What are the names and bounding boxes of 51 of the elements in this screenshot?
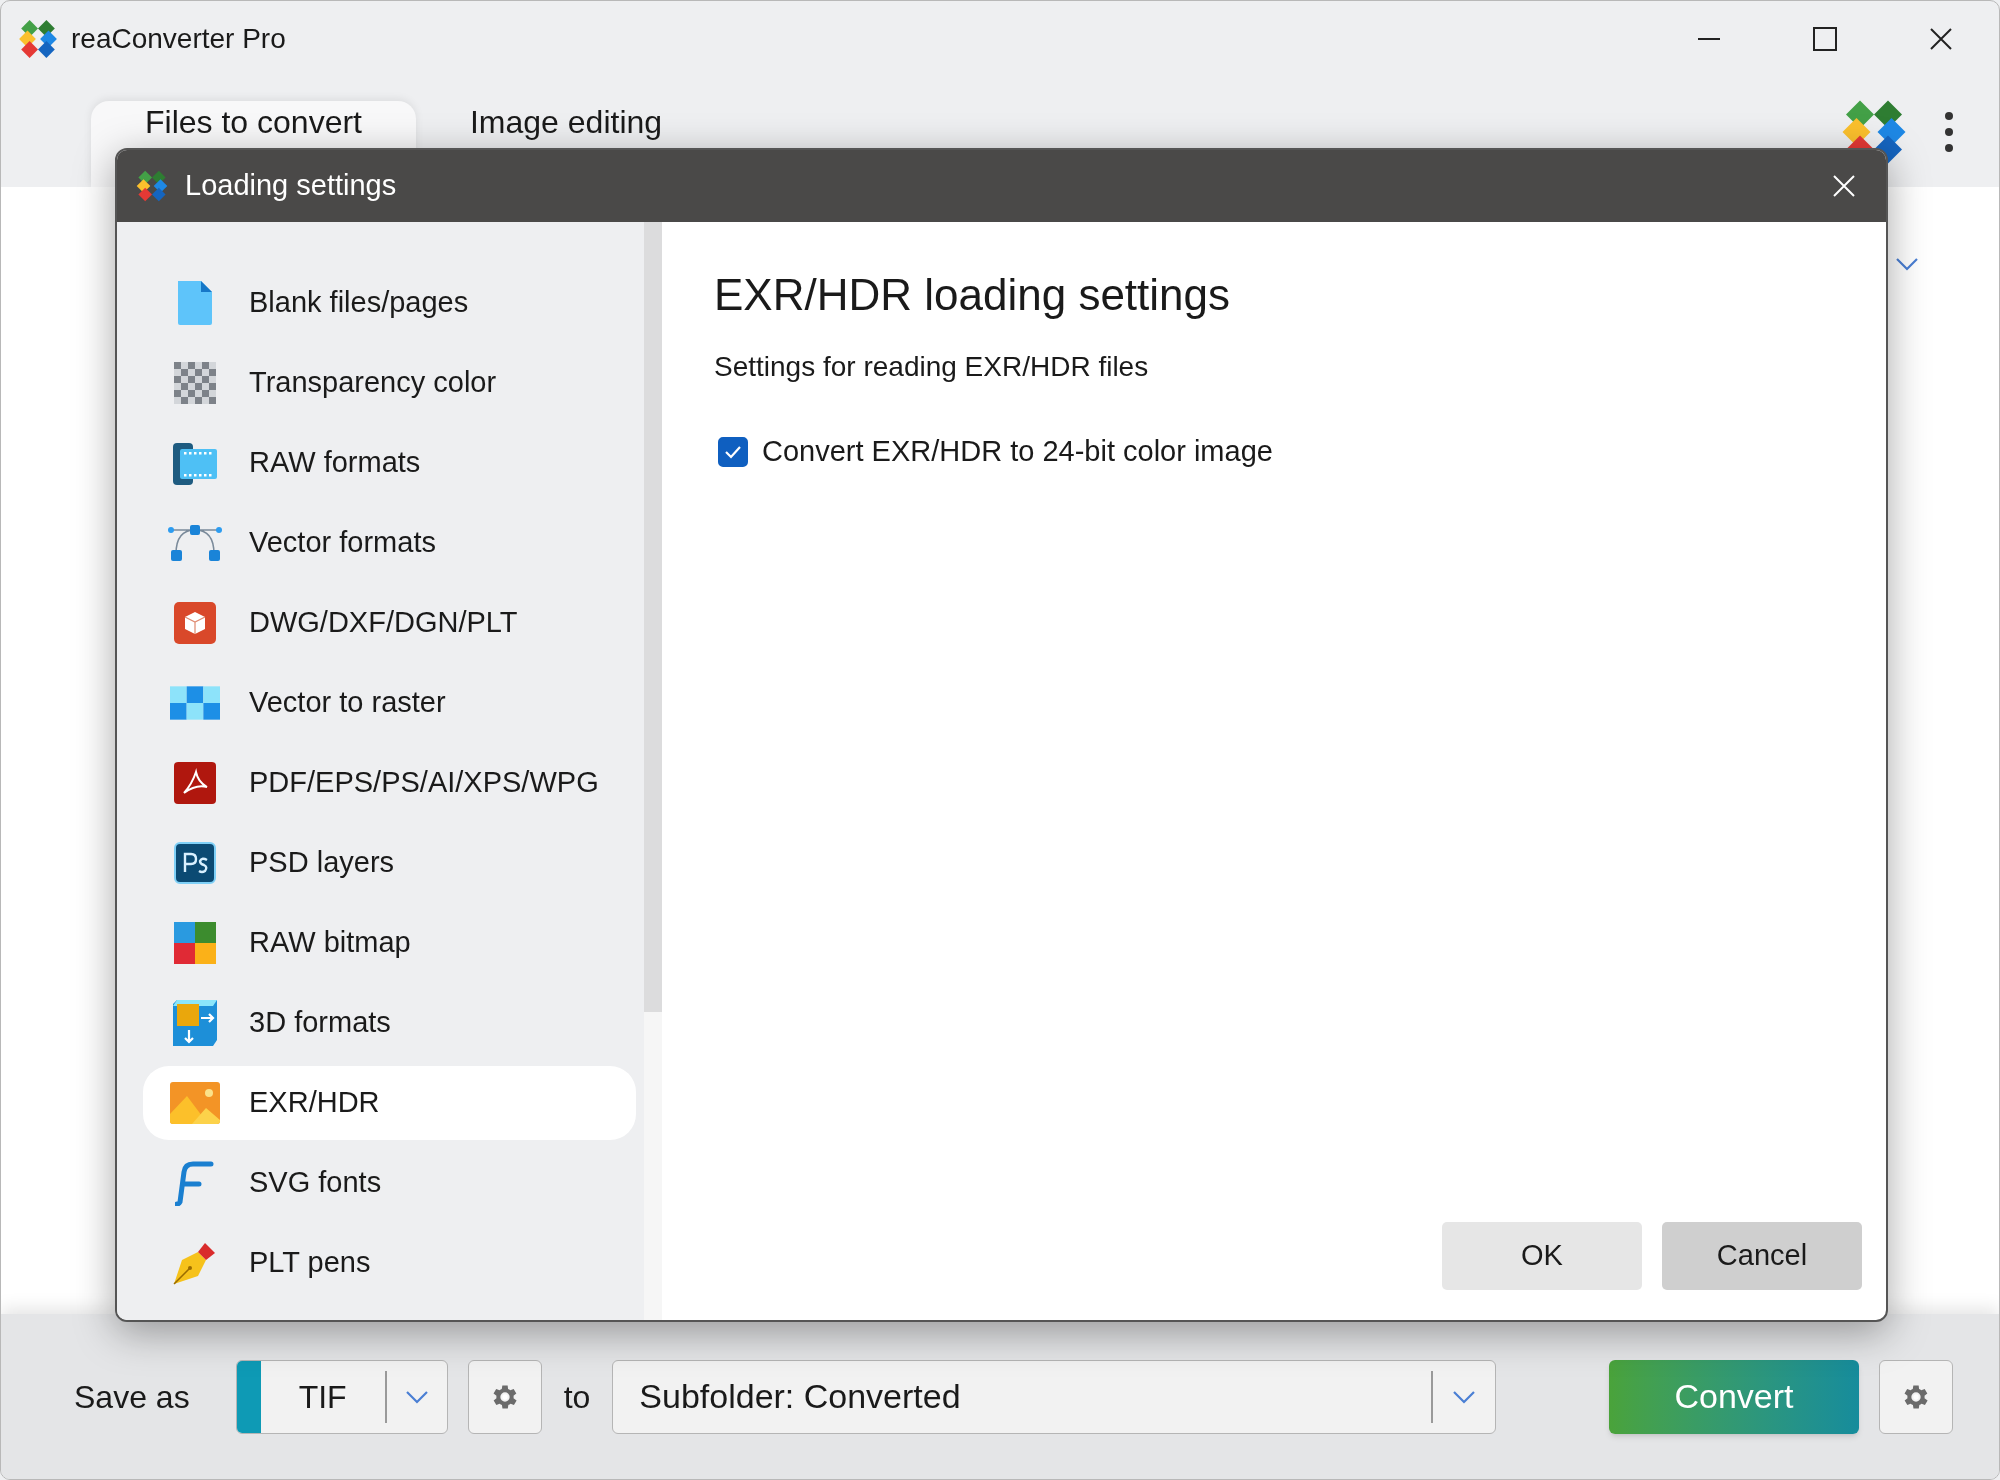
pen-nib-icon <box>172 1240 218 1286</box>
image-icon <box>170 1082 220 1124</box>
sidebar-item[interactable]: 3D formats <box>143 986 636 1060</box>
cancel-button[interactable]: Cancel <box>1662 1222 1862 1290</box>
close-icon <box>1929 27 1953 51</box>
convert-button[interactable]: Convert <box>1609 1359 1859 1434</box>
collapse-chevron-icon <box>1895 257 1919 271</box>
box-arrows-icon <box>173 1000 217 1046</box>
sidebar-item[interactable]: PLT pens <box>143 1226 636 1300</box>
scrollbar[interactable] <box>644 222 662 1320</box>
sidebar-item[interactable]: Vector to raster <box>143 666 636 740</box>
format-settings-button[interactable] <box>467 1359 542 1434</box>
checkbox[interactable] <box>718 436 748 467</box>
cube-icon <box>174 602 216 644</box>
dialog-logo-icon <box>135 169 169 203</box>
file-icon <box>175 280 215 326</box>
photoshop-icon <box>174 842 216 884</box>
checkerboard-icon <box>174 362 216 404</box>
sidebar-item[interactable]: RAW bitmap <box>143 906 636 980</box>
checkmark-icon <box>724 444 742 459</box>
settings-subtitle: Settings for reading EXR/HDR files <box>714 350 1150 384</box>
chevron-down-icon <box>404 1389 429 1404</box>
save-as-label: Save as <box>74 1377 190 1417</box>
sidebar-item[interactable]: PSD layers <box>143 826 636 900</box>
bezier-curve-icon <box>168 524 222 562</box>
pdf-icon <box>174 762 216 804</box>
sidebar-item[interactable]: Vector formats <box>143 506 636 580</box>
sidebar-item[interactable]: DWG/DXF/DGN/PLT <box>143 586 636 660</box>
ok-button[interactable]: OK <box>1442 1222 1642 1290</box>
sidebar-item[interactable]: Transparency color <box>143 346 636 420</box>
sidebar-item[interactable]: Blank files/pages <box>143 266 636 340</box>
chevron-down-icon <box>1452 1389 1477 1404</box>
app-logo-icon <box>17 18 59 60</box>
script-f-icon <box>175 1160 215 1206</box>
colored-squares-icon <box>174 922 216 964</box>
minimize-icon <box>1698 37 1720 41</box>
convert-settings-button[interactable] <box>1879 1359 1953 1434</box>
tab[interactable]: Image editing <box>415 101 717 187</box>
window-title: reaConverter Pro <box>71 22 286 56</box>
destination-dropdown[interactable]: Subfolder: Converted <box>612 1359 1497 1434</box>
option-label: Convert EXR/HDR to 24-bit color image <box>762 434 1273 469</box>
settings-heading: EXR/HDR loading settings <box>714 269 1231 321</box>
sidebar-item[interactable]: EXR/HDR <box>143 1066 636 1140</box>
maximize-icon <box>1813 27 1837 51</box>
close-icon <box>1833 175 1855 197</box>
pixel-grid-icon <box>170 683 220 723</box>
sidebar-item[interactable]: SVG fonts <box>143 1146 636 1220</box>
sidebar-item[interactable]: RAW formats <box>143 426 636 500</box>
sidebar-item[interactable]: PDF/EPS/PS/AI/XPS/WPG <box>143 746 636 820</box>
to-label: to <box>563 1377 591 1417</box>
format-dropdown[interactable]: TIF <box>235 1359 448 1434</box>
